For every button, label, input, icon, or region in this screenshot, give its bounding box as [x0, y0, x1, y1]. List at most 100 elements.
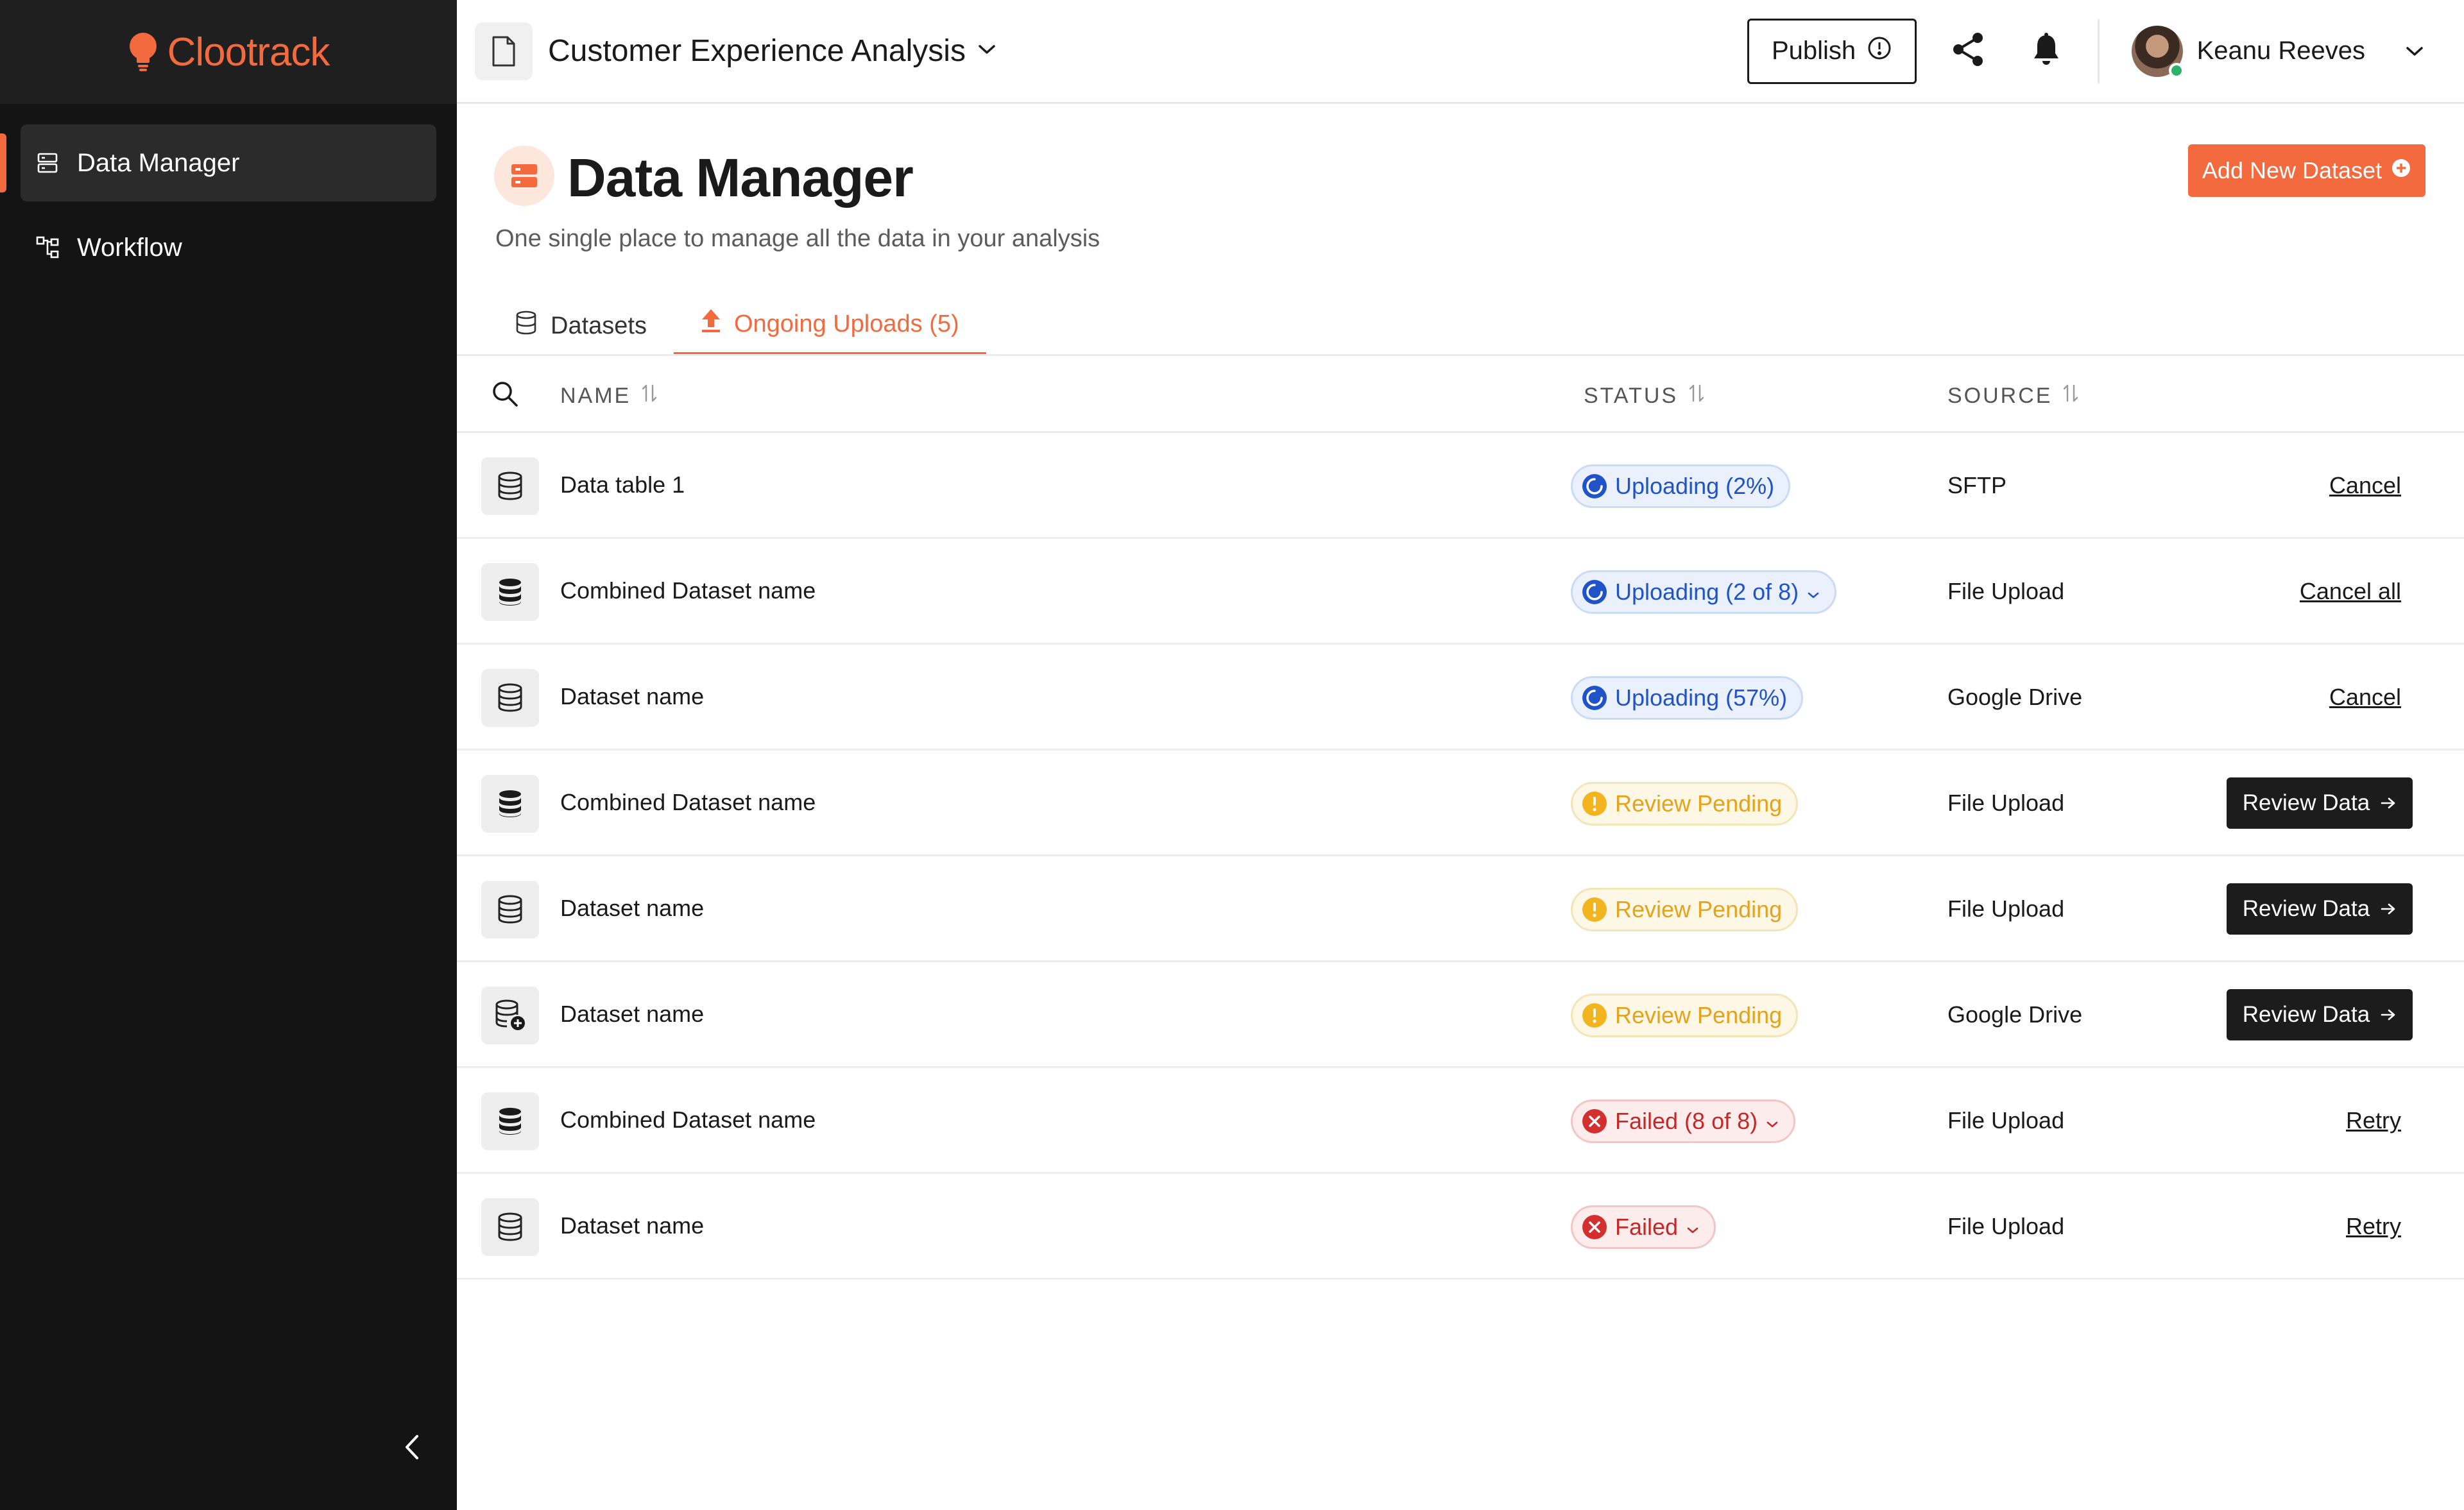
- error-icon: [1582, 1214, 1607, 1240]
- tab-bar: Datasets Ongoing Uploads (5): [488, 296, 986, 356]
- sort-icon: [2062, 383, 2079, 409]
- user-name: Keanu Reeves: [2196, 37, 2365, 65]
- cancel-link[interactable]: Cancel: [2329, 684, 2401, 711]
- notifications-button[interactable]: [2027, 32, 2066, 71]
- add-new-dataset-button[interactable]: Add New Dataset: [2188, 144, 2426, 197]
- table-body: Data table 1 Uploading (2%) SFTP Cancel Comb…: [457, 433, 2464, 1280]
- share-button[interactable]: [1949, 32, 1987, 71]
- brand-name: Clootrack: [167, 30, 330, 74]
- status-badge[interactable]: Failed: [1571, 1205, 1716, 1249]
- status-badge[interactable]: Failed (8 of 8): [1571, 1099, 1796, 1143]
- chevron-down-icon: [1765, 1108, 1779, 1135]
- status-text: Failed (8 of 8): [1615, 1108, 1758, 1134]
- cancel-link[interactable]: Cancel: [2329, 472, 2401, 499]
- dataset-name: Dataset name: [560, 683, 705, 709]
- table-row[interactable]: Dataset name Failed File Upload Retry: [457, 1174, 2464, 1280]
- search-button[interactable]: [489, 379, 521, 411]
- tab-label: Datasets: [551, 312, 647, 339]
- page-title: Data Manager: [567, 148, 914, 208]
- error-icon: [1582, 1108, 1607, 1134]
- retry-link[interactable]: Retry: [2346, 1213, 2401, 1240]
- sidebar-nav: Data Manager Workflow: [0, 104, 457, 286]
- lightbulb-logo-icon: [128, 32, 158, 72]
- page-subtitle: One single place to manage all the data …: [495, 225, 1100, 252]
- review-data-button[interactable]: Review Data: [2227, 989, 2413, 1040]
- dataset-name: Combined Dataset name: [560, 789, 816, 815]
- column-header-name[interactable]: NAME: [560, 383, 658, 409]
- table-row[interactable]: Dataset name Review Pending File Upload Rev…: [457, 856, 2464, 962]
- status-text: Uploading (2%): [1615, 473, 1775, 499]
- column-label: SOURCE: [1947, 384, 2053, 408]
- review-data-label: Review Data: [2242, 1002, 2370, 1027]
- dataset-name: Combined Dataset name: [560, 1107, 816, 1133]
- search-icon: [491, 380, 519, 411]
- chevron-down-icon: [1686, 1214, 1700, 1241]
- arrow-right-icon: [2380, 1002, 2397, 1028]
- tab-ongoing-uploads[interactable]: Ongoing Uploads (5): [673, 296, 986, 356]
- status-badge[interactable]: Uploading (2 of 8): [1571, 570, 1837, 614]
- table-row[interactable]: Combined Dataset name Review Pending File …: [457, 751, 2464, 856]
- brand-logo[interactable]: Clootrack: [0, 0, 457, 104]
- dataset-name: Data table 1: [560, 471, 685, 498]
- retry-link[interactable]: Retry: [2346, 1107, 2401, 1134]
- status-text: Uploading (2 of 8): [1615, 579, 1799, 605]
- tab-label: Ongoing Uploads (5): [733, 310, 959, 337]
- database-outline-icon: [481, 1198, 539, 1256]
- status-text: Review Pending: [1615, 896, 1783, 922]
- table-row[interactable]: Combined Dataset name Uploading (2 of 8) F…: [457, 539, 2464, 645]
- bell-icon: [2032, 33, 2061, 69]
- database-outline-icon: [481, 457, 539, 515]
- column-label: NAME: [560, 384, 631, 408]
- table-row[interactable]: Dataset name Review Pending Google Drive Re…: [457, 962, 2464, 1068]
- top-bar: Customer Experience Analysis Publish Kea…: [457, 0, 2464, 104]
- table-row[interactable]: Combined Dataset name Failed (8 of 8) File…: [457, 1068, 2464, 1174]
- table-row[interactable]: Data table 1 Uploading (2%) SFTP Cancel: [457, 433, 2464, 539]
- review-data-button[interactable]: Review Data: [2227, 777, 2413, 829]
- column-header-source[interactable]: SOURCE: [1947, 383, 2079, 409]
- cancel-all-link[interactable]: Cancel all: [2300, 578, 2401, 605]
- document-icon: [475, 22, 533, 80]
- sort-icon: [641, 383, 658, 409]
- plus-circle-icon: [2391, 157, 2411, 184]
- sidebar: Clootrack Data Manager Workflow: [0, 0, 457, 1510]
- sidebar-item-workflow[interactable]: Workflow: [21, 209, 436, 286]
- status-badge: Review Pending: [1571, 782, 1799, 826]
- loading-icon: [1582, 473, 1607, 499]
- publish-label: Publish: [1771, 37, 1856, 65]
- review-data-label: Review Data: [2242, 896, 2370, 921]
- dataset-source: File Upload: [1947, 790, 2065, 816]
- info-alert-icon: [1867, 36, 1892, 67]
- dataset-name: Dataset name: [560, 1212, 705, 1239]
- database-add-icon: [481, 987, 539, 1044]
- arrow-right-icon: [2380, 896, 2397, 922]
- warning-icon: [1582, 791, 1607, 817]
- column-label: STATUS: [1584, 384, 1679, 408]
- status-text: Review Pending: [1615, 790, 1783, 817]
- project-dropdown-button[interactable]: [977, 43, 997, 59]
- database-outline-icon: [481, 881, 539, 938]
- upload-icon: [701, 308, 721, 340]
- loading-icon: [1582, 685, 1607, 711]
- status-badge: Review Pending: [1571, 888, 1799, 931]
- dataset-source: Google Drive: [1947, 684, 2083, 710]
- share-icon: [1951, 31, 1985, 71]
- column-header-status[interactable]: STATUS: [1584, 383, 1705, 409]
- collapse-sidebar-button[interactable]: [397, 1433, 427, 1464]
- review-data-button[interactable]: Review Data: [2227, 883, 2413, 935]
- add-dataset-label: Add New Dataset: [2202, 157, 2383, 183]
- divider: [2097, 19, 2100, 83]
- table-row[interactable]: Dataset name Uploading (57%) Google Drive C…: [457, 645, 2464, 751]
- database-filled-icon: [481, 1092, 539, 1150]
- dataset-name: Combined Dataset name: [560, 577, 816, 604]
- review-data-label: Review Data: [2242, 790, 2370, 815]
- tab-datasets[interactable]: Datasets: [488, 296, 674, 356]
- sidebar-item-data-manager[interactable]: Data Manager: [0, 124, 436, 201]
- user-menu[interactable]: Keanu Reeves: [2131, 25, 2424, 78]
- sidebar-item-label: Workflow: [77, 233, 182, 262]
- publish-button[interactable]: Publish: [1747, 18, 1917, 84]
- dataset-source: File Upload: [1947, 1213, 2065, 1239]
- dataset-source: File Upload: [1947, 895, 2065, 922]
- project-title[interactable]: Customer Experience Analysis: [548, 33, 966, 69]
- warning-icon: [1582, 1003, 1607, 1028]
- database-filled-icon: [481, 775, 539, 833]
